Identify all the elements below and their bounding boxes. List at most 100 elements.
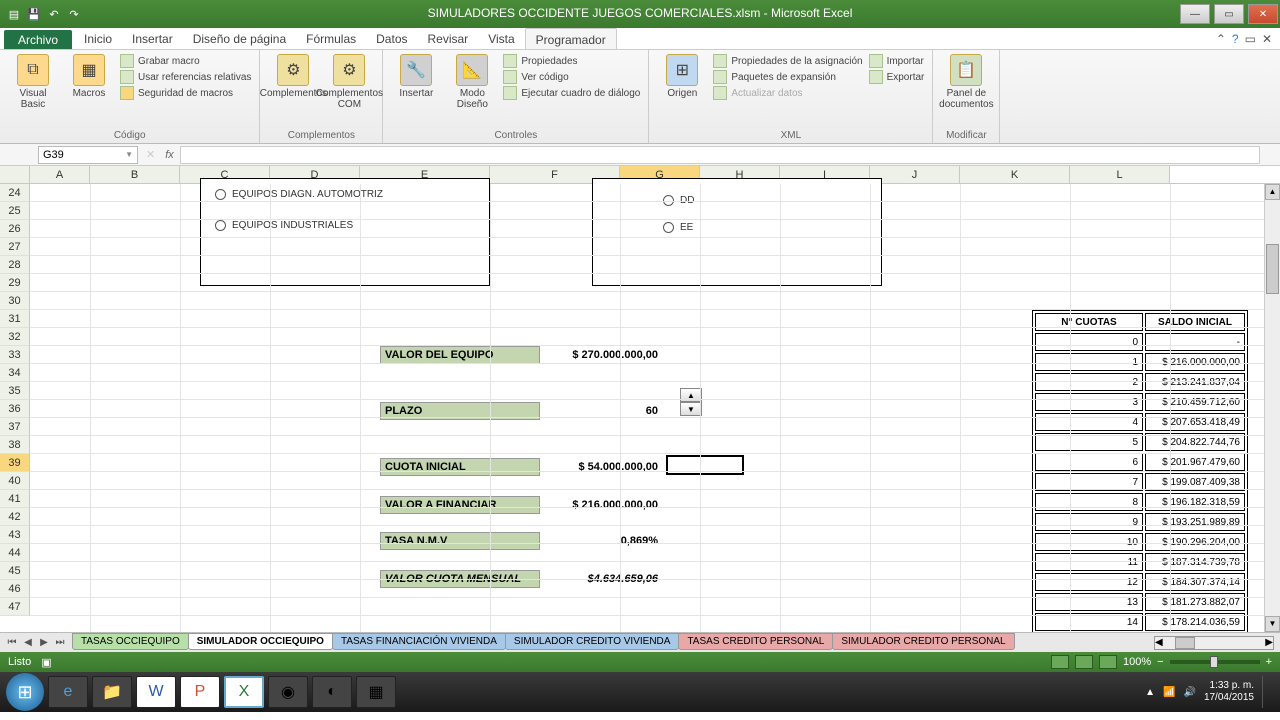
- row-header-37[interactable]: 37: [0, 418, 30, 436]
- macros-button[interactable]: ▦Macros: [64, 54, 114, 99]
- ver-codigo-button[interactable]: Ver código: [503, 70, 640, 84]
- row-header-30[interactable]: 30: [0, 292, 30, 310]
- scroll-down-icon[interactable]: ▼: [1265, 616, 1280, 632]
- tray-network-icon[interactable]: 📶: [1163, 687, 1175, 698]
- row-header-43[interactable]: 43: [0, 526, 30, 544]
- tab-nav-next-icon[interactable]: ▶: [36, 637, 52, 648]
- cancel-formula-icon[interactable]: ✕: [142, 148, 159, 161]
- taskbar-media-icon[interactable]: ◉: [268, 676, 308, 708]
- importar-button[interactable]: Importar: [869, 54, 925, 68]
- horizontal-scrollbar[interactable]: ◀▶: [1154, 636, 1274, 650]
- tab-inicio[interactable]: Inicio: [74, 28, 122, 49]
- row-header-34[interactable]: 34: [0, 364, 30, 382]
- complementos-com-button[interactable]: ⚙Complementos COM: [324, 54, 374, 110]
- propiedades-button[interactable]: Propiedades: [503, 54, 640, 68]
- row-header-41[interactable]: 41: [0, 490, 30, 508]
- usar-referencias-button[interactable]: Usar referencias relativas: [120, 70, 251, 84]
- row-header-38[interactable]: 38: [0, 436, 30, 454]
- vertical-scrollbar[interactable]: ▲ ▼: [1264, 184, 1280, 632]
- exportar-button[interactable]: Exportar: [869, 70, 925, 84]
- sheet-tab-2[interactable]: TASAS FINANCIACIÓN VIVIENDA: [332, 633, 506, 650]
- tab-vista[interactable]: Vista: [478, 28, 524, 49]
- show-desktop-button[interactable]: [1262, 676, 1270, 708]
- row-header-31[interactable]: 31: [0, 310, 30, 328]
- row-header-25[interactable]: 25: [0, 202, 30, 220]
- row-header-32[interactable]: 32: [0, 328, 30, 346]
- col-header-B[interactable]: B: [90, 166, 180, 183]
- undo-icon[interactable]: ↶: [46, 6, 62, 22]
- view-pagebreak-icon[interactable]: [1099, 655, 1117, 669]
- col-header-A[interactable]: A: [30, 166, 90, 183]
- tab-revisar[interactable]: Revisar: [418, 28, 479, 49]
- grabar-macro-button[interactable]: Grabar macro: [120, 54, 251, 68]
- row-header-46[interactable]: 46: [0, 580, 30, 598]
- close-button[interactable]: ✕: [1248, 4, 1278, 24]
- visual-basic-button[interactable]: ⧉Visual Basic: [8, 54, 58, 110]
- save-icon[interactable]: 💾: [26, 6, 42, 22]
- tab-programador[interactable]: Programador: [525, 28, 617, 49]
- sheet-tab-0[interactable]: TASAS OCCIEQUIPO: [72, 633, 189, 650]
- col-header-K[interactable]: K: [960, 166, 1070, 183]
- window-restore-icon[interactable]: ▭: [1245, 32, 1256, 46]
- start-button[interactable]: ⊞: [6, 673, 44, 711]
- panel-documentos-button[interactable]: 📋Panel de documentos: [941, 54, 991, 110]
- formula-bar[interactable]: [180, 146, 1260, 164]
- minimize-button[interactable]: —: [1180, 4, 1210, 24]
- taskbar-app-icon[interactable]: ▦: [356, 676, 396, 708]
- tab-datos[interactable]: Datos: [366, 28, 417, 49]
- row-header-35[interactable]: 35: [0, 382, 30, 400]
- view-layout-icon[interactable]: [1075, 655, 1093, 669]
- ejecutar-dialogo-button[interactable]: Ejecutar cuadro de diálogo: [503, 86, 640, 100]
- taskbar-ie-icon[interactable]: e: [48, 676, 88, 708]
- sheet-tab-4[interactable]: TASAS CREDITO PERSONAL: [678, 633, 833, 650]
- taskbar-chrome-icon[interactable]: ◐: [312, 676, 352, 708]
- sheet-tab-5[interactable]: SIMULADOR CREDITO PERSONAL: [832, 633, 1014, 650]
- row-header-33[interactable]: 33: [0, 346, 30, 364]
- scroll-thumb[interactable]: [1266, 244, 1279, 294]
- cell-grid[interactable]: EQUIPOS DIAGN. AUTOMOTRIZ EQUIPOS INDUST…: [30, 184, 1264, 632]
- zoom-out-icon[interactable]: −: [1157, 656, 1163, 668]
- file-tab[interactable]: Archivo: [4, 30, 72, 49]
- macro-record-icon[interactable]: ▣: [41, 656, 51, 669]
- zoom-slider[interactable]: [1170, 660, 1260, 664]
- row-header-24[interactable]: 24: [0, 184, 30, 202]
- row-header-42[interactable]: 42: [0, 508, 30, 526]
- row-header-44[interactable]: 44: [0, 544, 30, 562]
- row-header-28[interactable]: 28: [0, 256, 30, 274]
- help-icon[interactable]: ?: [1232, 32, 1239, 46]
- row-header-39[interactable]: 39: [0, 454, 30, 472]
- tab-diseno[interactable]: Diseño de página: [183, 28, 296, 49]
- select-all-corner[interactable]: [0, 166, 30, 183]
- row-header-29[interactable]: 29: [0, 274, 30, 292]
- tab-nav-prev-icon[interactable]: ◀: [20, 637, 36, 648]
- modo-diseno-button[interactable]: 📐Modo Diseño: [447, 54, 497, 110]
- tray-flag-icon[interactable]: ▲: [1145, 687, 1155, 698]
- row-header-36[interactable]: 36: [0, 400, 30, 418]
- tab-nav-last-icon[interactable]: ⏭: [52, 637, 68, 648]
- sheet-tab-3[interactable]: SIMULADOR CREDITO VIVIENDA: [505, 633, 680, 650]
- prop-asignacion-button[interactable]: Propiedades de la asignación: [713, 54, 862, 68]
- redo-icon[interactable]: ↷: [66, 6, 82, 22]
- window-close-icon[interactable]: ✕: [1262, 32, 1272, 46]
- tab-insertar[interactable]: Insertar: [122, 28, 183, 49]
- sheet-tab-1[interactable]: SIMULADOR OCCIEQUIPO: [188, 633, 333, 650]
- fx-icon[interactable]: fx: [159, 149, 180, 161]
- row-header-45[interactable]: 45: [0, 562, 30, 580]
- tray-clock[interactable]: 1:33 p. m.17/04/2015: [1204, 680, 1254, 704]
- paquetes-expansion-button[interactable]: Paquetes de expansión: [713, 70, 862, 84]
- col-header-L[interactable]: L: [1070, 166, 1170, 183]
- taskbar-excel-icon[interactable]: X: [224, 676, 264, 708]
- tab-formulas[interactable]: Fórmulas: [296, 28, 366, 49]
- actualizar-datos-button[interactable]: Actualizar datos: [713, 86, 862, 100]
- taskbar-powerpoint-icon[interactable]: P: [180, 676, 220, 708]
- tab-nav-first-icon[interactable]: ⏮: [4, 637, 20, 648]
- row-header-27[interactable]: 27: [0, 238, 30, 256]
- maximize-button[interactable]: ▭: [1214, 4, 1244, 24]
- seguridad-macros-button[interactable]: Seguridad de macros: [120, 86, 251, 100]
- name-box[interactable]: G39▼: [38, 146, 138, 164]
- view-normal-icon[interactable]: [1051, 655, 1069, 669]
- taskbar-word-icon[interactable]: W: [136, 676, 176, 708]
- taskbar-explorer-icon[interactable]: 📁: [92, 676, 132, 708]
- complementos-button[interactable]: ⚙Complementos: [268, 54, 318, 99]
- row-header-47[interactable]: 47: [0, 598, 30, 616]
